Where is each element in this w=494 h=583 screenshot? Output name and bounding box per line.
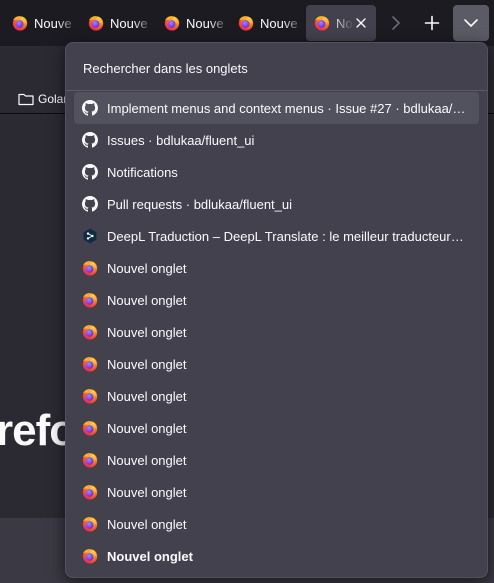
tab-item[interactable]: Nouve — [4, 5, 78, 41]
list-item-label: Nouvel onglet — [107, 356, 187, 372]
tab-fade — [56, 5, 78, 41]
firefox-icon — [164, 15, 180, 31]
tab-fade — [282, 5, 304, 41]
panel-separator — [66, 90, 487, 91]
folder-icon — [18, 93, 34, 106]
list-item-label: Implement menus and context menus · Issu… — [107, 100, 467, 116]
firefox-icon — [12, 15, 28, 31]
list-item-label: Nouvel onglet — [107, 260, 187, 276]
list-item[interactable]: Nouvel onglet — [74, 252, 479, 284]
list-item-label: Nouvel onglet — [107, 548, 193, 564]
chevron-down-icon — [464, 19, 478, 27]
list-item[interactable]: DeepL Traduction – DeepL Translate : le … — [74, 220, 479, 252]
tab-item[interactable]: Nouve — [230, 5, 304, 41]
search-tabs-button[interactable]: Rechercher dans les onglets — [74, 51, 479, 85]
firefox-icon — [82, 356, 98, 372]
list-item-label: Nouvel onglet — [107, 452, 187, 468]
list-item-current-tab[interactable]: Nouvel onglet — [74, 540, 479, 572]
tab-strip: Nouve Nouve Nouve Nouve No — [0, 0, 494, 46]
list-item-label: Nouvel onglet — [107, 292, 187, 308]
firefox-icon — [82, 452, 98, 468]
list-item[interactable]: Nouvel onglet — [74, 284, 479, 316]
firefox-icon — [82, 292, 98, 308]
firefox-icon — [88, 15, 104, 31]
bookmark-folder[interactable]: Golar — [18, 92, 67, 106]
list-item[interactable]: Issues · bdlukaa/fluent_ui — [74, 124, 479, 156]
list-item[interactable]: Implement menus and context menus · Issu… — [74, 92, 479, 124]
firefox-icon — [82, 324, 98, 340]
list-item[interactable]: Nouvel onglet — [74, 316, 479, 348]
github-icon — [82, 132, 98, 148]
new-tab-button[interactable] — [416, 7, 448, 39]
firefox-icon — [82, 388, 98, 404]
list-all-tabs-button[interactable] — [453, 5, 489, 41]
tab-item[interactable]: Nouve — [80, 5, 154, 41]
browser-window: Nouve Nouve Nouve Nouve No — [0, 0, 494, 583]
chevron-right-icon[interactable] — [386, 11, 406, 35]
list-item[interactable]: Nouvel onglet — [74, 412, 479, 444]
list-item[interactable]: Nouvel onglet — [74, 348, 479, 380]
all-tabs-panel: Rechercher dans les onglets Implement me… — [65, 42, 488, 578]
list-item-label: Nouvel onglet — [107, 516, 187, 532]
list-item[interactable]: Nouvel onglet — [74, 476, 479, 508]
tab-item[interactable]: Nouve — [156, 5, 230, 41]
tab-fade — [332, 5, 354, 41]
list-item[interactable]: Notifications — [74, 156, 479, 188]
tab-fade — [208, 5, 230, 41]
list-item[interactable]: Pull requests · bdlukaa/fluent_ui — [74, 188, 479, 220]
list-item[interactable]: Nouvel onglet — [74, 508, 479, 540]
close-icon[interactable] — [352, 14, 370, 32]
list-item-label: DeepL Traduction – DeepL Translate : le … — [107, 228, 467, 244]
list-item-label: Nouvel onglet — [107, 388, 187, 404]
firefox-icon — [314, 15, 330, 31]
deepl-icon — [82, 228, 98, 244]
list-item-label: Nouvel onglet — [107, 420, 187, 436]
firefox-icon — [82, 260, 98, 276]
firefox-icon — [238, 15, 254, 31]
github-icon — [82, 196, 98, 212]
list-item[interactable]: Nouvel onglet — [74, 444, 479, 476]
firefox-icon — [82, 516, 98, 532]
github-icon — [82, 164, 98, 180]
tabs-list: Implement menus and context menus · Issu… — [74, 92, 479, 572]
list-item-label: Pull requests · bdlukaa/fluent_ui — [107, 196, 293, 212]
tab-fade — [132, 5, 154, 41]
firefox-icon — [82, 420, 98, 436]
firefox-icon — [82, 484, 98, 500]
list-item-label: Notifications — [107, 164, 178, 180]
list-item-label: Nouvel onglet — [107, 484, 187, 500]
firefox-icon — [82, 548, 98, 564]
search-tabs-label: Rechercher dans les onglets — [83, 60, 248, 76]
github-icon — [82, 100, 98, 116]
plus-icon — [424, 15, 440, 31]
firefox-wordmark: refo — [0, 406, 76, 455]
list-item[interactable]: Nouvel onglet — [74, 380, 479, 412]
bookmark-label: Golar — [38, 92, 68, 106]
list-item-label: Nouvel onglet — [107, 324, 187, 340]
tab-item-active[interactable]: No — [306, 5, 376, 41]
list-item-label: Issues · bdlukaa/fluent_ui — [107, 132, 255, 148]
